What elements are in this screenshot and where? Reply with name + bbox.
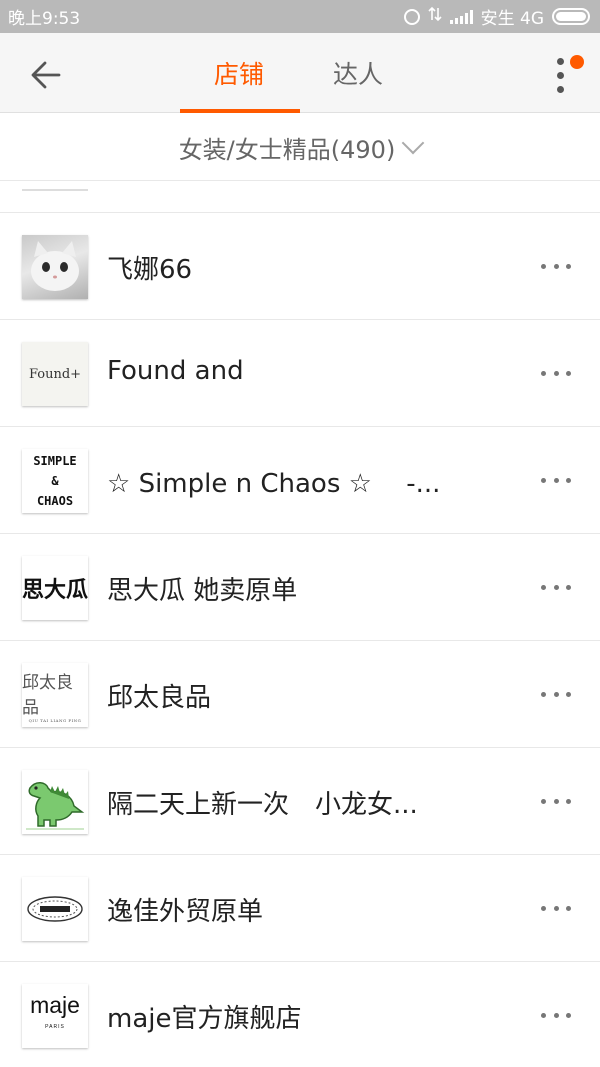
alarm-icon (403, 8, 420, 25)
store-item[interactable]: 逸佳外贸原单 (0, 855, 600, 962)
back-button[interactable] (24, 53, 68, 97)
store-logo-text: Found+ (28, 366, 82, 382)
store-logo-subtext: QIU TAI LIANG PING (28, 717, 82, 723)
store-name: 飞娜66 (107, 255, 193, 285)
store-logo-text: SIMPLE (33, 454, 77, 468)
notification-badge (570, 55, 584, 69)
store-logo: SIMPLE & CHAOS (22, 449, 88, 513)
status-bar: 晚上9:53 安生 4G (0, 0, 600, 33)
store-logo: Found+ (22, 342, 88, 406)
green-dinosaur-icon (26, 782, 85, 830)
store-item[interactable]: 飞娜66 (0, 213, 600, 320)
more-actions-icon[interactable] (541, 256, 571, 276)
more-options-button[interactable] (548, 55, 584, 99)
more-actions-icon[interactable] (541, 684, 571, 704)
store-list: 飞娜66 Found+ Found and SIMPLE & CHAOS ☆ S… (0, 213, 600, 1067)
status-icons: 安生 4G (403, 4, 590, 29)
store-logo: 邱太良品 QIU TAI LIANG PING (22, 663, 88, 727)
partial-list-item (0, 181, 600, 213)
store-logo-text: 思大瓜 (22, 578, 88, 603)
category-filter[interactable]: 女装/女士精品(490) (0, 114, 600, 181)
more-actions-icon[interactable] (541, 470, 571, 490)
category-filter-label: 女装/女士精品(490) (178, 135, 396, 164)
more-actions-icon[interactable] (541, 577, 571, 597)
data-transfer-icon (428, 6, 442, 27)
store-logo (22, 877, 88, 941)
store-name: maje官方旗舰店 (107, 1004, 302, 1034)
store-item[interactable]: SIMPLE & CHAOS ☆ Simple n Chaos ☆ -... (0, 427, 600, 534)
store-logo: maje PARIS (22, 984, 88, 1048)
battery-icon (552, 8, 590, 25)
partial-store-logo (22, 181, 88, 191)
store-logo-text: 邱太良品 (22, 672, 73, 718)
store-item[interactable]: 邱太良品 QIU TAI LIANG PING 邱太良品 (0, 641, 600, 748)
store-logo-text: & (51, 474, 59, 488)
signal-icon (449, 9, 473, 24)
tab-experts[interactable]: 达人 (333, 55, 383, 91)
active-tab-indicator (180, 109, 300, 113)
store-logo-subtext: PARIS (45, 1024, 65, 1030)
more-actions-icon[interactable] (541, 363, 571, 383)
store-item[interactable]: Found+ Found and (0, 320, 600, 427)
store-name: Found and (107, 356, 244, 386)
store-item[interactable]: maje PARIS maje官方旗舰店 (0, 962, 600, 1067)
more-actions-icon[interactable] (541, 791, 571, 811)
store-name: 邱太良品 (107, 683, 212, 713)
status-time: 晚上9:53 (8, 9, 81, 29)
more-actions-icon[interactable] (541, 1005, 571, 1025)
back-arrow-icon (31, 61, 61, 89)
store-item[interactable]: 隔二天上新一次 小龙女... (0, 748, 600, 855)
store-logo (22, 235, 88, 299)
store-logo-text: maje (30, 992, 80, 1018)
store-name: 隔二天上新一次 小龙女... (107, 790, 418, 820)
store-logo: 思大瓜 (22, 556, 88, 620)
tab-shops[interactable]: 店铺 (214, 55, 264, 91)
laurel-wreath-emblem-icon (27, 896, 83, 922)
carrier-label: 安生 4G (480, 9, 544, 29)
more-actions-icon[interactable] (541, 898, 571, 918)
store-name: ☆ Simple n Chaos ☆ -... (107, 469, 441, 499)
chevron-down-icon (401, 131, 425, 155)
store-logo-text: CHAOS (36, 494, 74, 508)
white-cat-photo-icon (31, 241, 79, 291)
store-name: 思大瓜 她卖原单 (107, 576, 298, 606)
store-logo (22, 770, 88, 834)
store-name: 逸佳外贸原单 (107, 897, 264, 927)
nav-bar: 店铺 达人 (0, 33, 600, 113)
store-item[interactable]: 思大瓜 思大瓜 她卖原单 (0, 534, 600, 641)
